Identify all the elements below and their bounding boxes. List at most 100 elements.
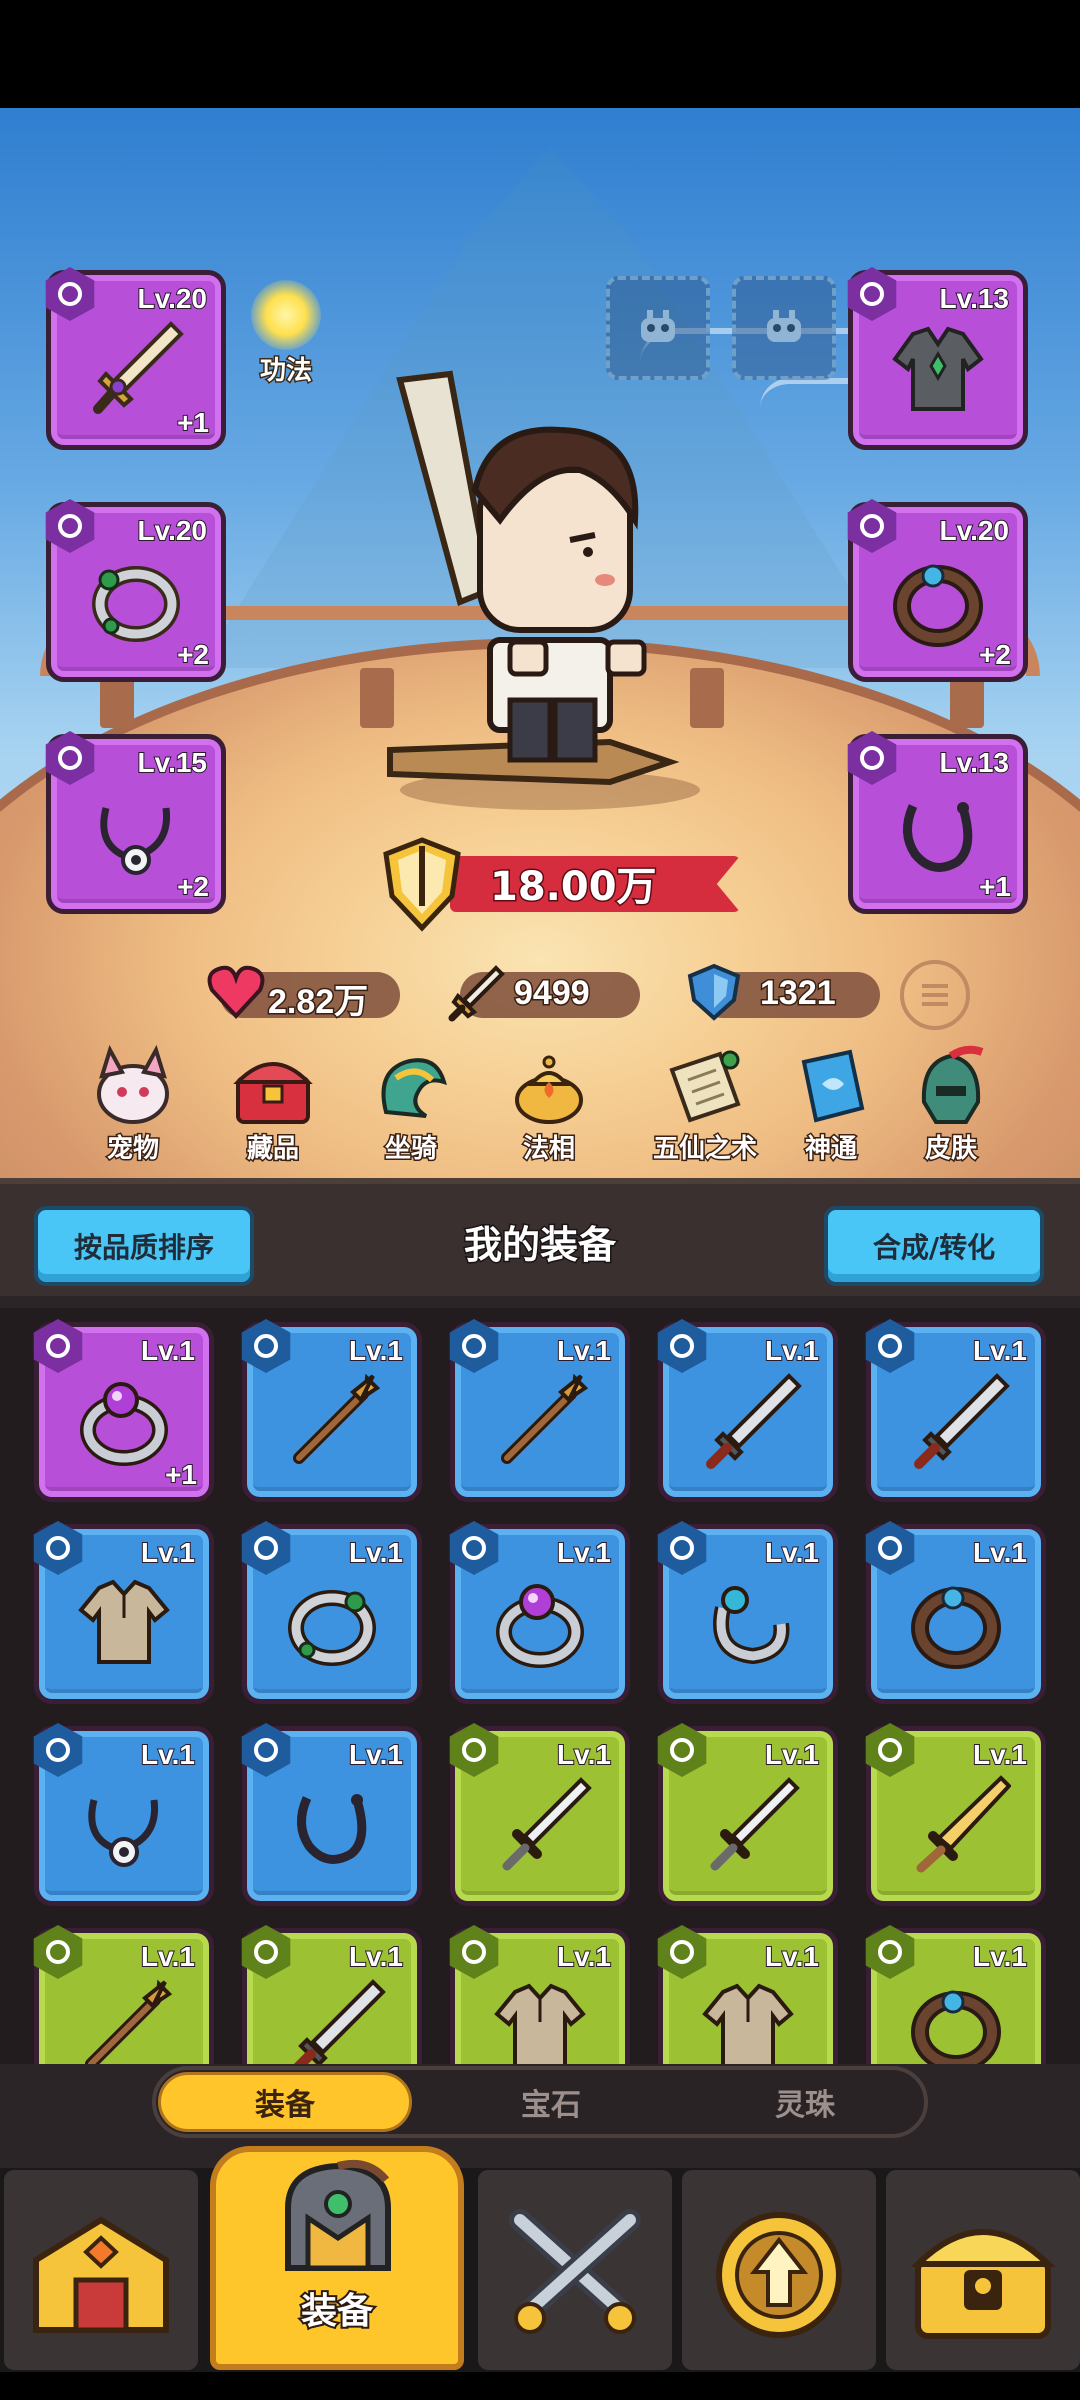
open-ring-icon [713, 1585, 790, 1664]
feature-label: 皮肤 [923, 1133, 978, 1166]
slot-plus: +1 [176, 406, 210, 439]
inventory-item-weapon[interactable]: Lv.1 [33, 1925, 214, 2064]
item-level: Lv.1 [348, 1738, 404, 1771]
locked-pet-icon [767, 310, 801, 342]
inventory-item-necklace[interactable]: Lv.1 [241, 1723, 422, 1906]
merge-convert-button[interactable]: 合成/转化 [824, 1206, 1044, 1286]
feature-label: 藏品 [245, 1133, 300, 1166]
blade-icon [706, 1372, 802, 1469]
feature-skin[interactable]: 皮肤 [896, 1042, 1006, 1166]
collection-chest-icon [233, 1062, 313, 1124]
nav-treasure[interactable] [886, 2170, 1080, 2370]
feature-label: 法相 [521, 1133, 576, 1166]
equipped-slot-pendant[interactable]: Lv.13 +1 [847, 731, 1028, 914]
attack-sword-icon [448, 965, 505, 1022]
jade-ring-icon [288, 1589, 376, 1666]
equipment-panel: 按品质排序 我的装备 合成/转化 Lv.1 +1 Lv.1 Lv.1 Lv.1 Lv.1 L… [0, 1178, 1080, 2168]
mount-icon [381, 1058, 447, 1118]
slot-plus: +2 [176, 638, 210, 671]
item-level: Lv.1 [556, 1738, 612, 1771]
equipped-slot-weapon[interactable]: Lv.20 +1 [45, 267, 226, 450]
feature-five-immortals[interactable]: 五仙之术 [640, 1042, 770, 1166]
ring-icon [92, 565, 180, 642]
sort-by-quality-button[interactable]: 按品质排序 [34, 1206, 254, 1286]
equipped-slot-ring[interactable]: Lv.20 +2 [45, 499, 226, 682]
feature-pet[interactable]: 宠物 [78, 1042, 188, 1166]
treasure-chest-icon [910, 2229, 1056, 2339]
necklace-icon [100, 806, 171, 875]
item-level: Lv.1 [348, 1940, 404, 1973]
item-level: Lv.1 [764, 1738, 820, 1771]
system-nav-bar [0, 2372, 1080, 2400]
inventory-item-armor[interactable]: Lv.1 [33, 1521, 214, 1704]
robe-icon [892, 326, 984, 411]
nav-shop[interactable] [4, 2170, 198, 2370]
inventory-item-weapon[interactable]: Lv.1 [449, 1723, 630, 1906]
equipped-slot-bracelet[interactable]: Lv.20 +2 [847, 499, 1028, 682]
nav-battle[interactable] [478, 2170, 672, 2370]
tab-spirit-beads[interactable]: 灵珠 [692, 2072, 918, 2132]
item-plus: +1 [164, 1458, 198, 1491]
feature-divine-power[interactable]: 神通 [776, 1042, 886, 1166]
item-level: Lv.1 [972, 1738, 1028, 1771]
necklace-icon [88, 1798, 159, 1867]
inventory-grid: Lv.1 +1 Lv.1 Lv.1 Lv.1 Lv.1 Lv.1 Lv.1 Lv.1 Lv.1 Lv… [0, 1308, 1080, 2064]
item-level: Lv.1 [140, 1738, 196, 1771]
blade-icon [293, 1978, 386, 2064]
status-bar [0, 0, 1080, 108]
skin-helmet-icon [921, 1045, 984, 1124]
inventory-item-ring[interactable]: Lv.1 [241, 1521, 422, 1704]
inventory-item-ring[interactable]: Lv.1 [865, 1521, 1046, 1704]
blade-icon [914, 1372, 1010, 1469]
tab-equipment[interactable]: 装备 [158, 2072, 412, 2132]
dharma-incense-icon [515, 1055, 583, 1124]
slot-plus: +2 [176, 870, 210, 903]
inventory-item-ring[interactable]: Lv.1 [865, 1925, 1046, 2064]
gem-ring-icon [496, 1583, 584, 1668]
gongfa-button[interactable]: 功法 [236, 280, 336, 388]
nav-upgrade[interactable] [682, 2170, 876, 2370]
inventory-item-ring[interactable]: Lv.1 [657, 1521, 838, 1704]
gem-ring-icon [80, 1381, 168, 1466]
item-level: Lv.1 [140, 1940, 196, 1973]
item-level: Lv.1 [764, 1334, 820, 1367]
inventory-item-ring[interactable]: Lv.1 +1 [33, 1319, 214, 1502]
empty-accessory-slot[interactable] [606, 276, 710, 380]
slot-level: Lv.20 [136, 514, 208, 547]
empty-accessory-slot[interactable] [732, 276, 836, 380]
equipped-slot-armor[interactable]: Lv.13 [847, 267, 1028, 450]
item-level: Lv.1 [972, 1334, 1028, 1367]
slot-level: Lv.13 [938, 746, 1010, 779]
nav-equipment[interactable]: 装备 [210, 2146, 464, 2370]
bangle-icon [911, 1586, 1001, 1669]
sword-icon [710, 1776, 800, 1870]
tab-gems[interactable]: 宝石 [438, 2072, 664, 2132]
inventory-item-weapon[interactable]: Lv.1 [241, 1319, 422, 1502]
helmet-icon [285, 2159, 391, 2271]
inventory-item-weapon[interactable]: Lv.1 [865, 1723, 1046, 1906]
game-screen: Lv.20 +1 Lv.20 +2 Lv.15 +2 Lv.13 Lv.20 +… [0, 0, 1080, 2400]
inventory-item-weapon[interactable]: Lv.1 [657, 1723, 838, 1906]
equipped-slot-necklace[interactable]: Lv.15 +2 [45, 731, 226, 914]
bracelet-icon [893, 564, 983, 647]
inventory-item-armor[interactable]: Lv.1 [657, 1925, 838, 2064]
hp-value: 2.82万 [266, 982, 369, 1023]
inventory-item-weapon[interactable]: Lv.1 [865, 1319, 1046, 1502]
power-value: 18.00万 [489, 863, 659, 912]
inventory-item-necklace[interactable]: Lv.1 [33, 1723, 214, 1906]
shirt-icon [494, 1983, 586, 2064]
slot-level: Lv.20 [938, 514, 1010, 547]
inventory-item-armor[interactable]: Lv.1 [449, 1925, 630, 2064]
feature-mount[interactable]: 坐骑 [356, 1042, 466, 1166]
shirt-icon [702, 1983, 794, 2064]
feature-collection[interactable]: 藏品 [218, 1042, 328, 1166]
scroll-icon [669, 1050, 741, 1123]
nav-label: 装备 [299, 2289, 375, 2334]
item-level: Lv.1 [348, 1536, 404, 1569]
inventory-item-ring[interactable]: Lv.1 [449, 1521, 630, 1704]
inventory-item-weapon[interactable]: Lv.1 [657, 1319, 838, 1502]
sword-icon [502, 1776, 592, 1870]
feature-dharma[interactable]: 法相 [494, 1042, 604, 1166]
inventory-item-weapon[interactable]: Lv.1 [449, 1319, 630, 1502]
inventory-item-weapon[interactable]: Lv.1 [241, 1925, 422, 2064]
